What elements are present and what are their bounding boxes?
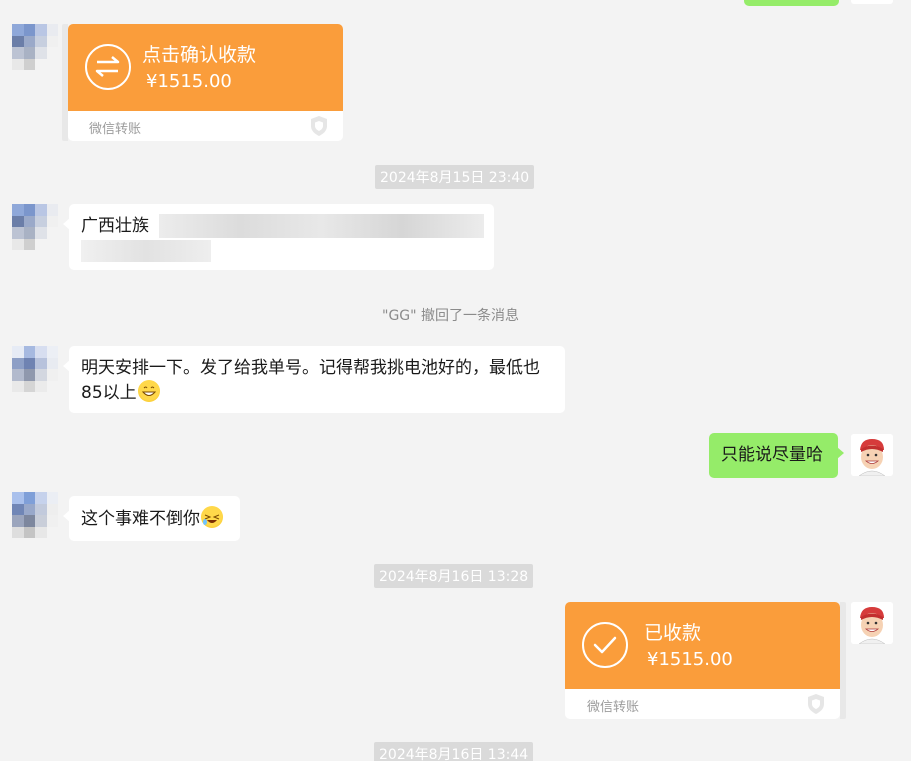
transfer-card-incoming[interactable]: 点击确认收款 ¥1515.00 微信转账 xyxy=(68,24,343,141)
message-bubble-incoming[interactable]: 广西壮族 xyxy=(63,204,494,270)
transfer-amount: ¥1515.00 xyxy=(647,649,733,670)
recall-notice: "GG" 撤回了一条消息 xyxy=(382,308,520,324)
transfer-amount: ¥1515.00 xyxy=(146,71,232,92)
contact-avatar[interactable] xyxy=(12,492,58,538)
timestamp: 2024年8月15日 23:40 xyxy=(375,165,535,189)
message-bubble-incoming[interactable]: 这个事难不倒你 xyxy=(63,496,240,541)
transfer-title: 点击确认收款 xyxy=(142,44,257,66)
my-avatar[interactable] xyxy=(851,434,893,476)
grinning-emoji xyxy=(137,380,160,402)
transfer-brand-label: 微信转账 xyxy=(89,122,142,137)
transfer-card-outgoing[interactable]: 已收款 ¥1515.00 微信转账 xyxy=(565,602,840,719)
message-text: 广西壮族 xyxy=(81,216,149,236)
card-shadow xyxy=(840,602,846,719)
message-bubble-incoming[interactable]: 明天安排一下。发了给我单号。记得帮我挑电池好的，最低也85以上 xyxy=(63,346,565,413)
timestamp: 2024年8月16日 13:28 xyxy=(374,564,534,588)
laughing-emoji xyxy=(201,506,223,528)
shield-icon xyxy=(311,116,327,136)
transfer-title: 已收款 xyxy=(644,622,702,644)
message-text: 只能说尽量哈 xyxy=(721,445,823,465)
redacted-region xyxy=(81,240,211,262)
transfer-card-header: 点击确认收款 ¥1515.00 xyxy=(68,24,343,111)
card-shadow xyxy=(62,24,68,141)
contact-avatar[interactable] xyxy=(12,346,58,392)
timestamp: 2024年8月16日 13:44 xyxy=(374,742,534,761)
transfer-brand-label: 微信转账 xyxy=(587,700,640,715)
contact-avatar[interactable] xyxy=(12,24,58,70)
shield-icon xyxy=(808,694,824,714)
previous-outgoing-bubble[interactable] xyxy=(744,0,839,6)
my-avatar[interactable] xyxy=(851,602,893,644)
message-bubble-outgoing[interactable]: 只能说尽量哈 xyxy=(709,433,844,478)
transfer-arrows-icon xyxy=(85,44,131,90)
checkmark-icon xyxy=(582,622,628,668)
transfer-card-header: 已收款 ¥1515.00 xyxy=(565,602,840,689)
avatar-partial[interactable] xyxy=(851,0,893,4)
message-text: 这个事难不倒你 xyxy=(81,509,200,529)
contact-avatar[interactable] xyxy=(12,204,58,250)
redacted-region xyxy=(159,214,484,238)
